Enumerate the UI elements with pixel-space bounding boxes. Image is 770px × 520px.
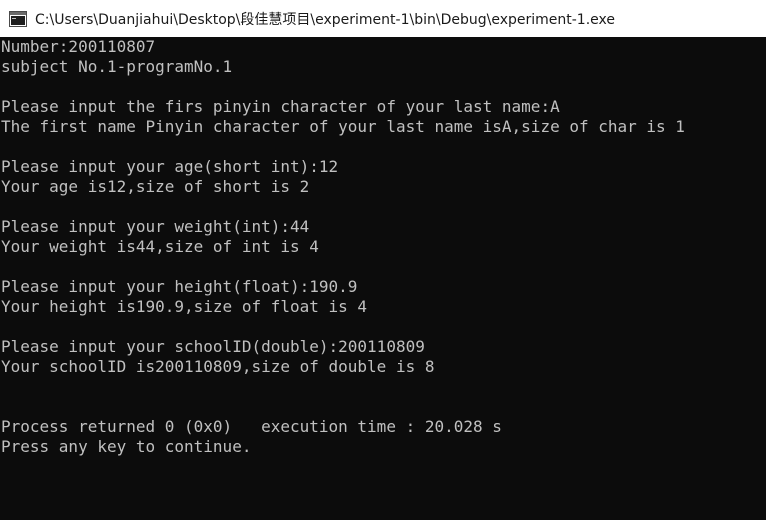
console-line: Please input your age(short int):12 xyxy=(1,157,339,176)
console-line: Please input the firs pinyin character o… xyxy=(1,97,560,116)
console-line: Your schoolID is200110809,size of double… xyxy=(1,357,435,376)
console-line: Your age is12,size of short is 2 xyxy=(1,177,310,196)
console-line: Number:200110807 xyxy=(1,37,156,56)
console-window: C:\Users\Duanjiahui\Desktop\段佳慧项目\experi… xyxy=(0,0,770,520)
console-line: Your height is190.9,size of float is 4 xyxy=(1,297,368,316)
console-line: The first name Pinyin character of your … xyxy=(1,117,685,136)
console-line: Please input your schoolID(double):20011… xyxy=(1,337,425,356)
console-window-icon xyxy=(9,10,27,27)
console-output[interactable]: Number:200110807 subject No.1-programNo.1… xyxy=(0,37,768,520)
window-title: C:\Users\Duanjiahui\Desktop\段佳慧项目\experi… xyxy=(35,11,615,28)
console-line: Process returned 0 (0x0) execution time … xyxy=(1,417,502,436)
console-line: subject No.1-programNo.1 xyxy=(1,57,233,76)
console-line: Please input your weight(int):44 xyxy=(1,217,310,236)
console-line: Please input your height(float):190.9 xyxy=(1,277,358,296)
console-line: Press any key to continue. xyxy=(1,437,252,456)
console-line: Your weight is44,size of int is 4 xyxy=(1,237,319,256)
title-bar[interactable]: C:\Users\Duanjiahui\Desktop\段佳慧项目\experi… xyxy=(0,0,770,37)
